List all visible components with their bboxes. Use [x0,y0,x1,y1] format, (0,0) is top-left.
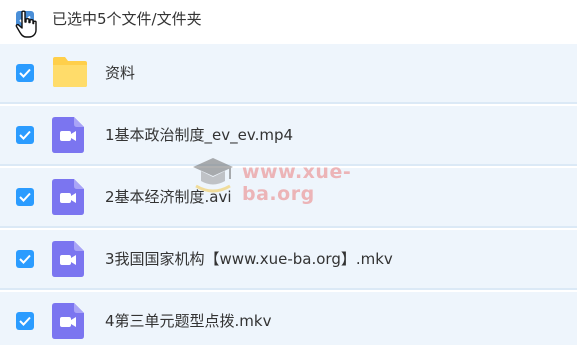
file-row[interactable]: 资料 [0,44,577,104]
row-checkbox[interactable] [16,312,34,330]
video-file-icon [52,303,84,339]
row-checkbox[interactable] [16,126,34,144]
file-row[interactable]: 4第三单元题型点拨.mkv [0,292,577,345]
row-checkbox[interactable] [16,64,34,82]
checkmark-icon [19,254,31,264]
file-name[interactable]: 1基本政治制度_ev_ev.mp4 [105,124,293,146]
file-name[interactable]: 4第三单元题型点拨.mkv [105,310,272,332]
checkmark-icon [19,316,31,326]
video-file-icon [52,241,84,277]
selection-header: 已选中5个文件/文件夹 [0,0,577,42]
checkmark-icon [19,130,31,140]
row-checkbox[interactable] [16,250,34,268]
checkmark-icon [19,192,31,202]
row-checkbox[interactable] [16,188,34,206]
video-file-icon [52,117,84,153]
file-name[interactable]: 资料 [105,62,135,84]
file-row[interactable]: 2基本经济制度.avi [0,168,577,228]
video-file-icon [52,179,84,215]
file-name[interactable]: 2基本经济制度.avi [105,186,232,208]
hand-pointer-cursor-icon [15,10,37,38]
file-row[interactable]: 3我国国家机构【www.xue-ba.org】.mkv [0,230,577,290]
file-name[interactable]: 3我国国家机构【www.xue-ba.org】.mkv [105,248,393,270]
checkmark-icon [19,68,31,78]
selection-summary: 已选中5个文件/文件夹 [52,10,202,28]
folder-icon [53,57,87,87]
file-row[interactable]: 1基本政治制度_ev_ev.mp4 [0,106,577,166]
